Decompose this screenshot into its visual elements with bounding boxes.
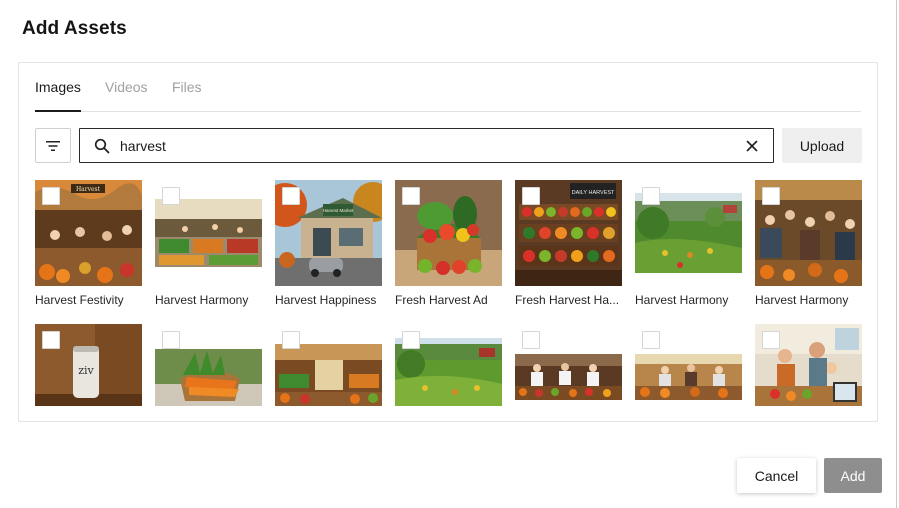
- search-input[interactable]: [120, 136, 720, 156]
- asset-tile[interactable]: [635, 180, 742, 286]
- asset-caption: Harvest Happiness: [275, 293, 377, 307]
- select-checkbox[interactable]: [402, 331, 420, 349]
- asset-caption: Fresh Harvest Ha...: [515, 293, 620, 307]
- cancel-button[interactable]: Cancel: [737, 458, 816, 493]
- asset-tile[interactable]: [755, 324, 862, 406]
- select-checkbox[interactable]: [162, 187, 180, 205]
- asset-caption: Harvest Festivity: [35, 293, 124, 307]
- asset-caption: Harvest Harmony: [155, 293, 249, 307]
- asset-tile[interactable]: [395, 324, 502, 406]
- asset-tile[interactable]: [755, 180, 862, 286]
- asset-thumbnail: [515, 354, 622, 400]
- assets-panel: Images Videos Files Upload: [18, 62, 878, 422]
- select-checkbox[interactable]: [162, 331, 180, 349]
- asset-tile[interactable]: DAILY HARVEST: [515, 180, 622, 286]
- asset-tile[interactable]: ziv: [35, 324, 142, 406]
- asset-tile[interactable]: [155, 324, 262, 406]
- tab-videos[interactable]: Videos: [105, 79, 148, 95]
- dialog-title: Add Assets: [22, 18, 127, 39]
- select-checkbox[interactable]: [522, 331, 540, 349]
- filter-icon: [46, 140, 60, 151]
- add-button[interactable]: Add: [824, 458, 882, 493]
- close-icon[interactable]: [745, 139, 759, 153]
- add-assets-dialog: Add Assets Images Videos Files harvest U…: [0, 0, 897, 508]
- asset-caption: Harvest Harmony: [635, 293, 729, 307]
- select-checkbox[interactable]: [762, 187, 780, 205]
- thumb-sign-text: Harvest: [76, 186, 101, 193]
- select-checkbox[interactable]: [522, 187, 540, 205]
- asset-tabs: Images Videos Files: [35, 63, 861, 112]
- select-checkbox[interactable]: [282, 331, 300, 349]
- asset-tile[interactable]: [515, 324, 622, 406]
- asset-thumbnail: [275, 344, 382, 406]
- asset-thumbnail: [155, 349, 262, 406]
- asset-tile[interactable]: Harvest Market: [275, 180, 382, 286]
- filter-button[interactable]: [35, 128, 71, 163]
- upload-button[interactable]: Upload: [782, 128, 862, 163]
- select-checkbox[interactable]: [642, 331, 660, 349]
- asset-thumbnail: [155, 199, 262, 267]
- tab-files[interactable]: Files: [172, 79, 202, 95]
- select-checkbox[interactable]: [42, 187, 60, 205]
- asset-caption: Fresh Harvest Ad: [395, 293, 488, 307]
- search-field: [79, 128, 774, 163]
- select-checkbox[interactable]: [642, 187, 660, 205]
- thumb-can-text: ziv: [78, 364, 94, 377]
- asset-thumbnail: [635, 354, 742, 400]
- active-tab-indicator: [35, 110, 81, 112]
- thumb-sign-text: DAILY HARVEST: [572, 190, 615, 196]
- tab-images[interactable]: Images: [35, 79, 81, 95]
- asset-tile[interactable]: Harvest: [35, 180, 142, 286]
- select-checkbox[interactable]: [282, 187, 300, 205]
- select-checkbox[interactable]: [42, 331, 60, 349]
- select-checkbox[interactable]: [402, 187, 420, 205]
- asset-tile[interactable]: [635, 324, 742, 406]
- asset-tile[interactable]: [395, 180, 502, 286]
- asset-thumbnail: [635, 193, 742, 273]
- search-icon: [94, 138, 110, 154]
- asset-caption: Harvest Harmony: [755, 293, 849, 307]
- select-checkbox[interactable]: [762, 331, 780, 349]
- asset-tile[interactable]: [275, 324, 382, 406]
- asset-tile[interactable]: [155, 180, 262, 286]
- thumb-sign-text: Harvest Market: [323, 208, 354, 213]
